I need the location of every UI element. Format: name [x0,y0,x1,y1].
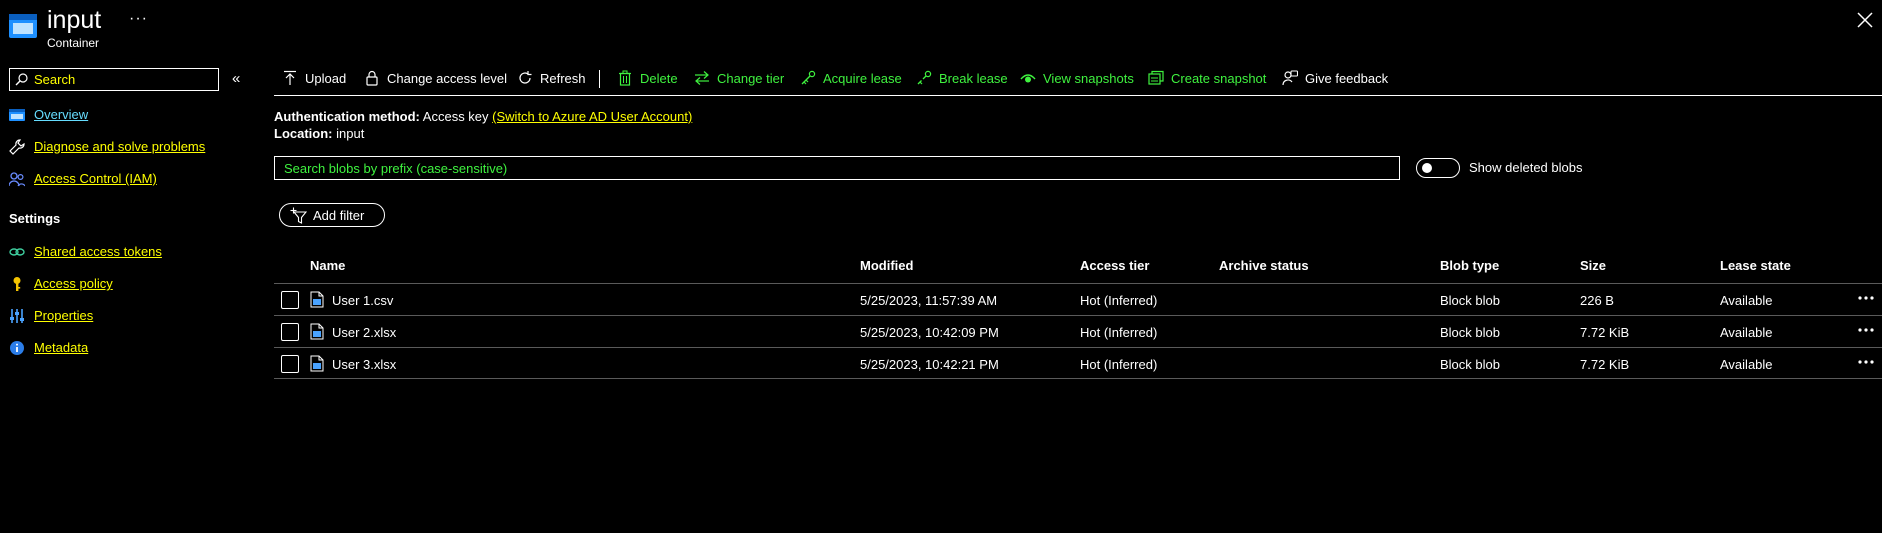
page-header: input Container ··· [0,0,1882,56]
file-icon [310,291,324,308]
sidebar-item-iam[interactable]: Access Control (IAM) [9,169,229,189]
cell-size: 7.72 KiB [1580,325,1630,340]
auth-method-row: Authentication method: Access key (Switc… [274,109,692,124]
sidebar-item-label: Access policy [34,276,113,291]
page-subtitle: Container [47,36,100,50]
column-header-archive-status[interactable]: Archive status [1219,258,1309,273]
sidebar-item-label: Properties [34,308,94,323]
sidebar-search-placeholder: Search [34,72,76,87]
collapse-sidebar-icon[interactable]: « [232,70,240,87]
eye-icon [1020,74,1036,83]
cell-access-tier: Hot (Inferred) [1080,325,1158,340]
row-checkbox[interactable] [281,355,299,373]
swap-icon [695,71,709,85]
toggle-knob [1422,163,1432,173]
sidebar-search-input[interactable]: Search [9,68,219,91]
column-header-name[interactable]: Name [310,258,345,273]
location-row: Location: input [274,126,364,141]
column-header-size[interactable]: Size [1580,258,1606,273]
blob-name-link[interactable]: User 3.xlsx [332,357,396,372]
cell-modified: 5/25/2023, 10:42:09 PM [860,325,999,340]
column-header-access-tier[interactable]: Access tier [1080,258,1149,273]
cell-blob-type: Block blob [1440,293,1500,308]
file-icon [310,355,324,372]
column-header-blob-type[interactable]: Blob type [1440,258,1499,273]
cell-lease-state: Available [1720,357,1773,372]
toolbar-divider [599,70,600,88]
cell-access-tier: Hot (Inferred) [1080,357,1158,372]
info-icon [10,341,24,355]
location-value: input [336,126,365,141]
cell-modified: 5/25/2023, 10:42:21 PM [860,357,999,372]
row-more-icon[interactable] [1856,320,1876,340]
sidebar-item-label: Metadata [34,340,89,355]
show-deleted-blobs-toggle[interactable] [1416,158,1460,178]
file-icon [310,323,324,340]
cell-size: 7.72 KiB [1580,357,1630,372]
close-icon[interactable] [1855,10,1875,30]
page-title: input [47,6,102,34]
lock-icon [366,70,378,86]
add-filter-button[interactable]: Add filter [279,203,385,227]
location-label: Location: [274,126,333,141]
column-header-modified[interactable]: Modified [860,258,913,273]
row-more-icon[interactable] [1856,288,1876,308]
row-checkbox[interactable] [281,323,299,341]
row-checkbox[interactable] [281,291,299,309]
trash-icon [619,70,631,86]
sidebar-item-access-policy[interactable]: Access policy [9,274,229,294]
people-icon [9,172,25,187]
refresh-icon [519,71,532,84]
sidebar-item-overview[interactable]: Overview [9,105,229,125]
header-more-button[interactable]: ··· [129,10,148,28]
sidebar-item-label: Diagnose and solve problems [34,139,206,154]
table-row[interactable]: User 2.xlsx 5/25/2023, 10:42:09 PM Hot (… [274,315,1882,347]
blob-name-link[interactable]: User 2.xlsx [332,325,396,340]
auth-method-value: Access key [422,109,489,124]
break-lease-icon [917,70,932,85]
link-icon [9,248,25,256]
cell-size: 226 B [1580,293,1614,308]
sidebar-item-label: Shared access tokens [34,244,162,259]
sidebar-item-label: Access Control (IAM) [34,171,157,186]
blob-prefix-search-input[interactable]: Search blobs by prefix (case-sensitive) [274,156,1400,180]
switch-auth-link[interactable]: (Switch to Azure AD User Account) [492,109,692,124]
row-more-icon[interactable] [1856,352,1876,372]
container-icon [9,109,25,121]
cell-modified: 5/25/2023, 11:57:39 AM [860,293,998,308]
sidebar-item-properties[interactable]: Properties [9,306,229,326]
sliders-icon [10,309,24,323]
acquire-lease-icon [801,70,816,85]
column-header-lease-state[interactable]: Lease state [1720,258,1791,273]
command-bar: Upload Change access level Refresh Delet… [274,66,1882,92]
cell-blob-type: Block blob [1440,357,1500,372]
upload-icon [284,70,296,85]
search-icon [15,73,28,86]
sidebar-item-shared-access-tokens[interactable]: Shared access tokens [9,242,229,262]
cell-lease-state: Available [1720,325,1773,340]
settings-section-label: Settings [9,211,61,226]
key-icon [13,277,21,291]
table-row[interactable]: User 3.xlsx 5/25/2023, 10:42:21 PM Hot (… [274,347,1882,379]
show-deleted-blobs-label: Show deleted blobs [1469,160,1583,175]
feedback-icon [1282,70,1298,86]
sidebar-item-label: Overview [34,107,89,122]
blob-name-link[interactable]: User 1.csv [332,293,393,308]
filter-icon [290,207,307,224]
container-icon [9,14,37,38]
cell-access-tier: Hot (Inferred) [1080,293,1158,308]
cell-blob-type: Block blob [1440,325,1500,340]
blob-search-placeholder: Search blobs by prefix (case-sensitive) [284,161,508,176]
table-row[interactable]: User 1.csv 5/25/2023, 11:57:39 AM Hot (I… [274,283,1882,315]
sidebar-item-metadata[interactable]: Metadata [9,338,229,358]
wrench-icon [9,139,25,155]
auth-method-label: Authentication method: [274,109,420,124]
toolbar-divider-line [274,95,1882,96]
cell-lease-state: Available [1720,293,1773,308]
sidebar-item-diagnose[interactable]: Diagnose and solve problems [9,137,229,157]
snapshot-icon [1148,70,1164,85]
